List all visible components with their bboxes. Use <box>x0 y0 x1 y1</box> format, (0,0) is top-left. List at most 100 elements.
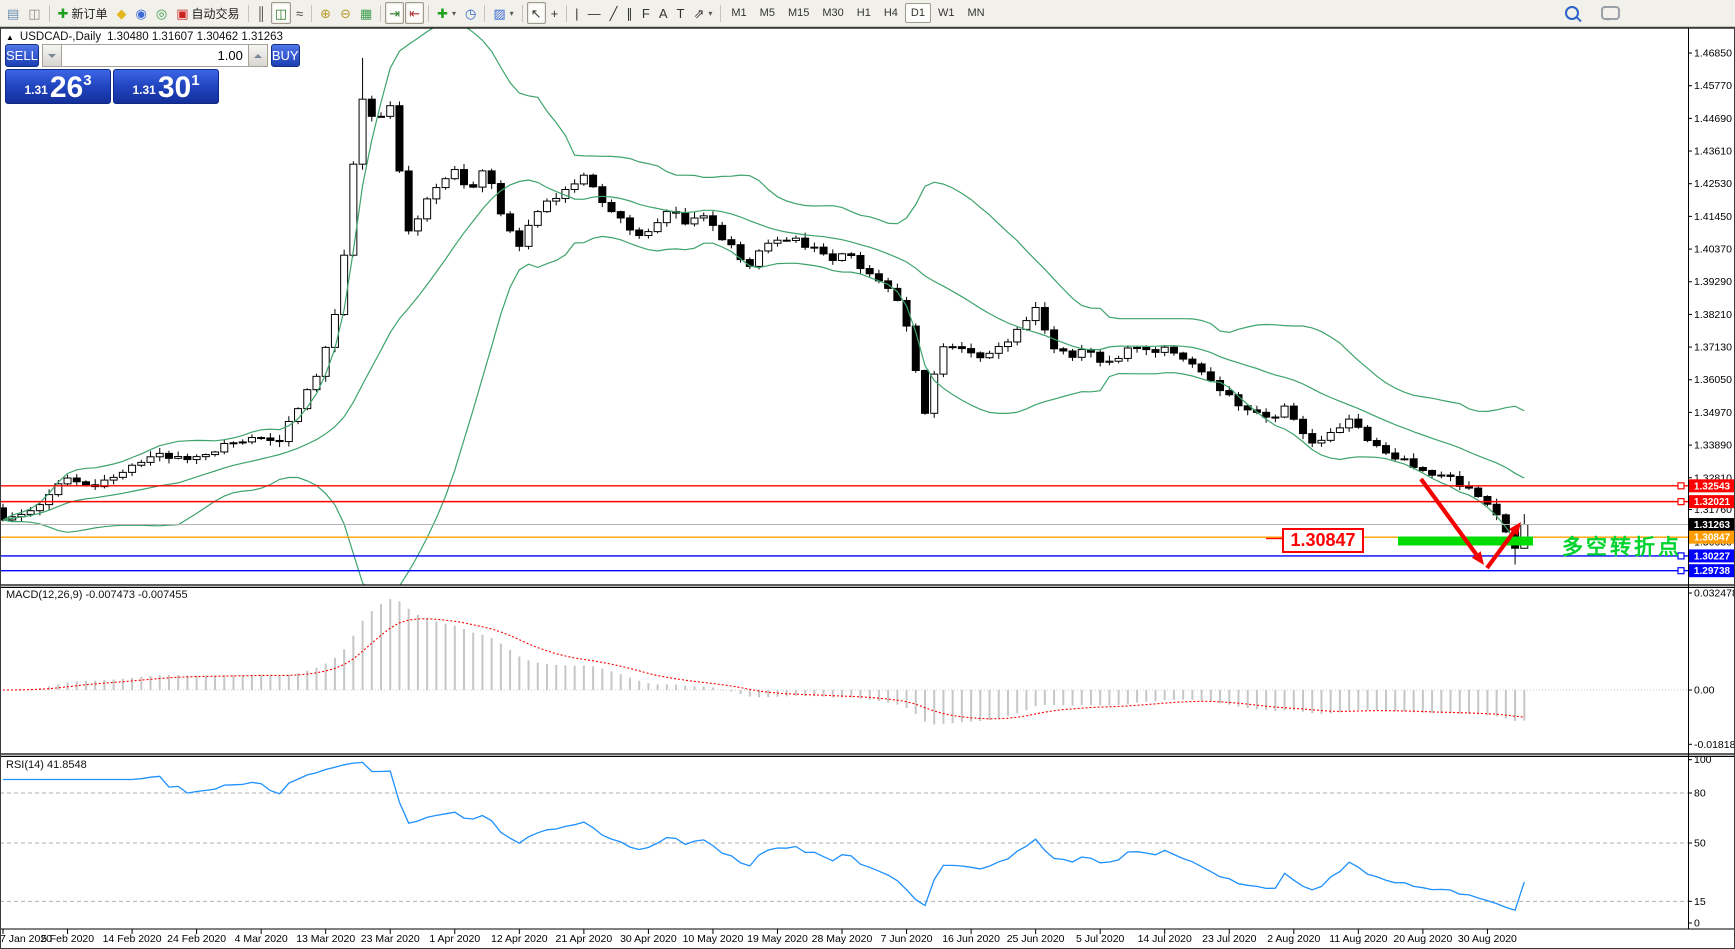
market-watch-button[interactable]: ▤ <box>3 2 23 24</box>
pivot-note-text[interactable]: 多空转折点 <box>1562 531 1682 561</box>
period-button[interactable]: ◷ <box>461 2 480 24</box>
line-handle[interactable] <box>1678 483 1684 489</box>
candle-body <box>175 456 182 458</box>
candle-body <box>212 452 219 455</box>
toolbar-separator <box>522 5 523 22</box>
candle-body <box>986 353 993 357</box>
price-flag-label[interactable]: 1.30847 <box>1282 528 1364 553</box>
candle-body <box>608 203 615 212</box>
candlestick-button[interactable]: ◫ <box>271 2 291 24</box>
candle-body <box>184 456 191 459</box>
cursor-button[interactable]: ↖ <box>527 2 546 24</box>
templates-button[interactable]: ▨▾ <box>489 2 517 24</box>
autotrading-button[interactable]: ▣自动交易 <box>172 2 243 24</box>
candle-body <box>1447 475 1454 476</box>
candle-body <box>1438 475 1445 476</box>
candle-body <box>663 212 670 223</box>
sell-price-button[interactable]: 1.31 26 3 <box>5 69 111 104</box>
candle-body <box>756 251 763 266</box>
candle-body <box>331 315 338 348</box>
candle-body <box>73 478 80 482</box>
candle-body <box>792 238 799 240</box>
timeframe-d1-button[interactable]: D1 <box>905 3 931 23</box>
timeframe-m15-button[interactable]: M15 <box>782 3 815 23</box>
date-label: 5 Feb 2020 <box>41 933 94 945</box>
date-label: 13 Mar 2020 <box>296 933 355 945</box>
price-tick-label: 1.40370 <box>1694 244 1732 256</box>
volume-input[interactable] <box>62 44 248 67</box>
sell-button[interactable]: SELL <box>5 44 39 67</box>
timeframe-w1-button[interactable]: W1 <box>932 3 961 23</box>
candle-body <box>1456 476 1463 486</box>
channel-button[interactable]: ∥ <box>622 2 637 24</box>
bar-chart-button[interactable]: ║ <box>253 2 270 24</box>
new-order-button[interactable]: ✚新订单 <box>54 2 112 24</box>
timeframe-m1-button[interactable]: M1 <box>725 3 752 23</box>
volume-increase-button[interactable] <box>248 44 268 67</box>
candle-body <box>507 214 514 231</box>
tile-windows-button[interactable]: ▦ <box>356 2 376 24</box>
zoom-in-button[interactable]: ⊕ <box>316 2 335 24</box>
experts-button[interactable]: ◉ <box>132 2 151 24</box>
candle-body <box>138 462 145 465</box>
auto-scroll-button[interactable]: ⇥ <box>385 2 404 24</box>
candle-body <box>857 256 864 269</box>
buy-button[interactable]: BUY <box>271 44 300 67</box>
candle-body <box>424 199 431 219</box>
date-label: 5 Jul 2020 <box>1076 933 1125 945</box>
metaeditor-button[interactable]: ◆ <box>113 2 131 24</box>
date-label: 12 Apr 2020 <box>491 933 548 945</box>
buy-price-button[interactable]: 1.31 30 1 <box>113 69 219 104</box>
text-label-button[interactable]: T <box>673 2 689 24</box>
candle-body <box>525 225 532 246</box>
signals-button[interactable]: ◎ <box>152 2 171 24</box>
search-icon[interactable] <box>1565 6 1579 20</box>
price-tick-label: 1.33890 <box>1694 440 1732 452</box>
price-tick-label: 1.43610 <box>1694 146 1732 158</box>
data-window-button[interactable]: ◫ <box>24 2 44 24</box>
candle-body <box>239 442 246 443</box>
candle-body <box>516 231 523 246</box>
volume-decrease-button[interactable] <box>42 44 62 67</box>
rsi-scale-label: 15 <box>1694 896 1706 908</box>
timeframe-m5-button[interactable]: M5 <box>754 3 781 23</box>
timeframe-h1-button[interactable]: H1 <box>851 3 877 23</box>
candle-body <box>1189 359 1196 364</box>
collapse-triangle-icon[interactable]: ▲ <box>6 33 14 42</box>
hline-icon: — <box>588 7 601 20</box>
indicators-button[interactable]: ✚▾ <box>433 2 460 24</box>
timeframe-m30-button[interactable]: M30 <box>816 3 849 23</box>
sell-price-prefix: 1.31 <box>24 83 47 97</box>
buy-price-main: 30 <box>158 73 191 102</box>
candle-body <box>497 184 504 214</box>
text-button[interactable]: A <box>655 2 672 24</box>
price-tick-label: 1.44690 <box>1694 113 1732 125</box>
timeframe-mn-button[interactable]: MN <box>961 3 990 23</box>
toolbar-separator <box>484 5 485 22</box>
candle-body <box>1198 364 1205 372</box>
trendline-icon: ╱ <box>610 7 618 20</box>
line-handle[interactable] <box>1678 568 1684 574</box>
candle-body <box>829 254 836 261</box>
timeframe-h4-button[interactable]: H4 <box>878 3 904 23</box>
arrows-button[interactable]: ⇗▾ <box>689 2 716 24</box>
chart-shift-button[interactable]: ⇤ <box>405 2 424 24</box>
date-label: 19 May 2020 <box>747 933 808 945</box>
trendline-button[interactable]: ╱ <box>606 2 622 24</box>
crosshair-button[interactable]: + <box>547 2 563 24</box>
date-label: 7 Jun 2020 <box>881 933 933 945</box>
rsi-scale-label: 50 <box>1694 838 1706 850</box>
candle-body <box>1124 348 1131 358</box>
candle-body <box>1143 348 1150 350</box>
line-chart-button[interactable]: ≈ <box>292 2 307 24</box>
candle-body <box>1346 419 1353 428</box>
hline-button[interactable]: — <box>584 2 605 24</box>
zoom-out-button[interactable]: ⊖ <box>336 2 355 24</box>
chat-icon[interactable] <box>1601 6 1620 20</box>
price-chart-svg: 1.468501.457701.446901.436101.425301.414… <box>0 0 1735 949</box>
candle-body <box>811 247 818 248</box>
candle-body <box>1060 349 1067 351</box>
fibonacci-button[interactable]: F <box>638 2 654 24</box>
vline-button[interactable]: | <box>571 2 582 24</box>
line-handle[interactable] <box>1678 499 1684 505</box>
